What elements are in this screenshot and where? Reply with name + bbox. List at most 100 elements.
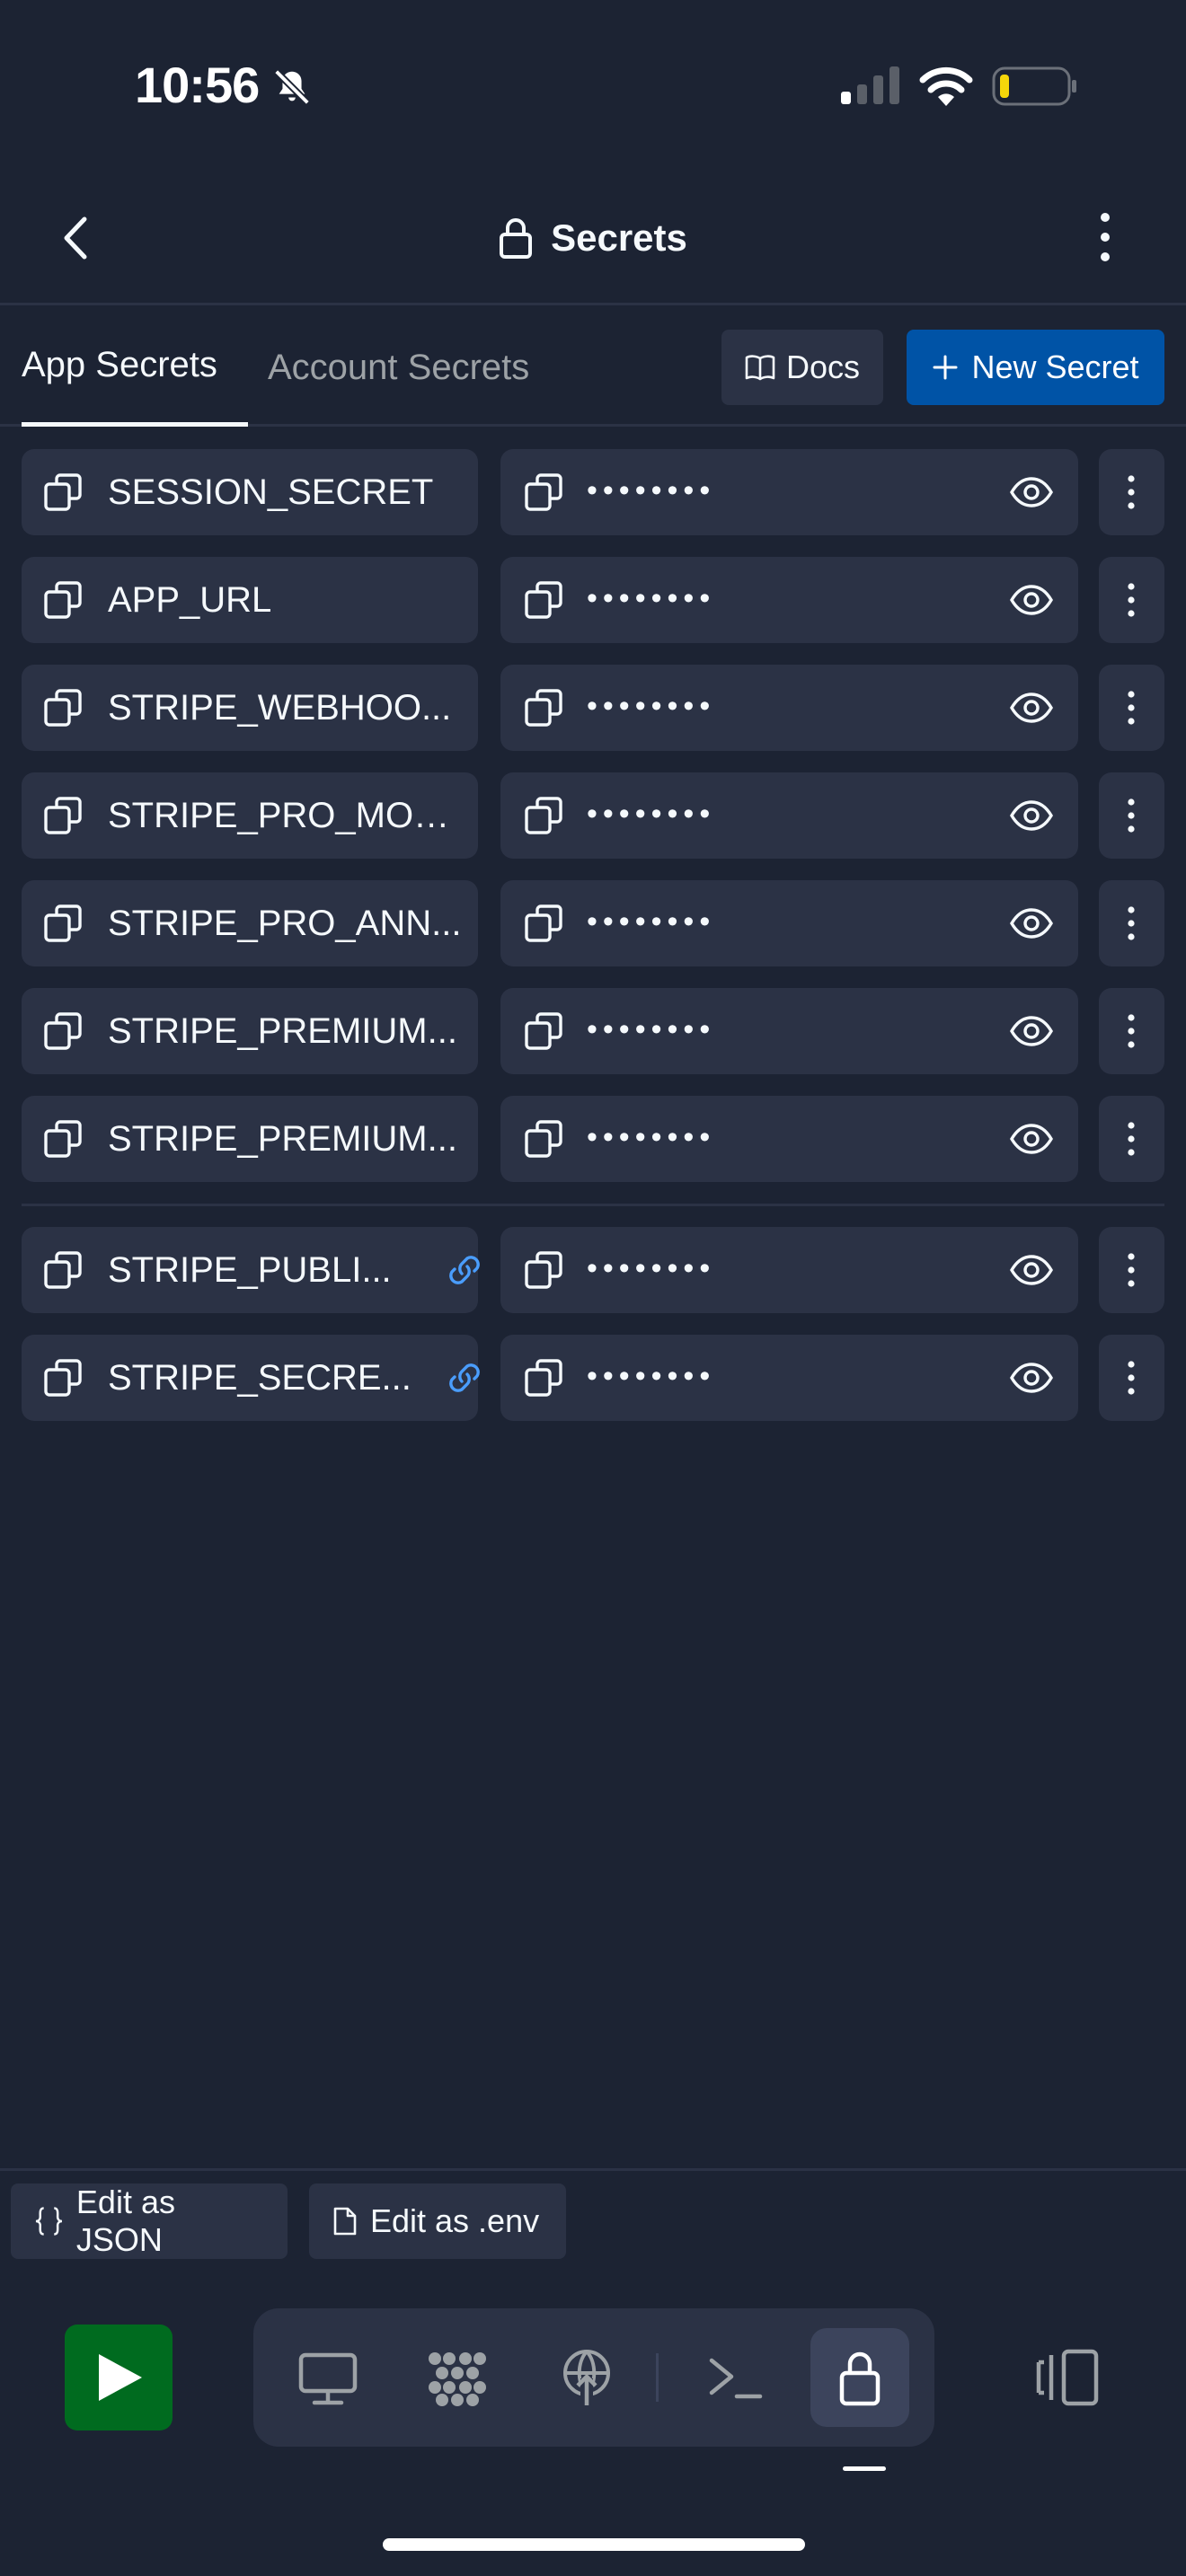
eye-icon[interactable]	[1009, 692, 1054, 724]
copy-key-icon[interactable]	[43, 1250, 83, 1290]
copy-key-icon[interactable]	[43, 688, 83, 728]
deploy-icon	[563, 2350, 610, 2405]
tab-account-secrets[interactable]: Account Secrets	[268, 308, 529, 427]
eye-icon[interactable]	[1009, 476, 1054, 508]
link-icon	[449, 1256, 480, 1284]
tool-deploy[interactable]	[537, 2328, 636, 2427]
secret-row-menu-button[interactable]	[1099, 1335, 1164, 1421]
more-vertical-icon	[1128, 691, 1135, 725]
eye-icon[interactable]	[1009, 1254, 1054, 1286]
secret-key-cell[interactable]: STRIPE_PREMIUM...	[22, 1096, 478, 1182]
bell-off-icon	[274, 69, 310, 105]
tool-packages[interactable]	[408, 2328, 507, 2427]
copy-key-icon[interactable]	[43, 904, 83, 943]
secret-row-menu-button[interactable]	[1099, 772, 1164, 859]
secret-value-cell: ••••••••	[500, 1096, 1078, 1182]
edit-as-env-button[interactable]: Edit as .env	[309, 2183, 566, 2259]
copy-key-icon[interactable]	[43, 580, 83, 620]
secret-key-name: STRIPE_WEBHOO...	[108, 688, 452, 728]
secret-row-menu-button[interactable]	[1099, 988, 1164, 1074]
copy-value-icon[interactable]	[524, 1358, 563, 1398]
secret-row: STRIPE_PREMIUM... ••••••••	[0, 1096, 1186, 1182]
secret-row-menu-button[interactable]	[1099, 665, 1164, 751]
copy-value-icon[interactable]	[524, 1119, 563, 1159]
lock-icon	[839, 2351, 881, 2406]
copy-value-icon[interactable]	[524, 796, 563, 835]
secret-key-cell[interactable]: APP_URL	[22, 557, 478, 643]
tool-shell[interactable]	[686, 2328, 785, 2427]
secret-key-name: STRIPE_PREMIUM...	[108, 1119, 457, 1159]
split-pane-icon[interactable]	[1031, 2346, 1100, 2409]
secret-row: STRIPE_PREMIUM... ••••••••	[0, 988, 1186, 1074]
secret-row: SESSION_SECRET ••••••••	[0, 449, 1186, 535]
status-time: 10:56	[135, 57, 260, 113]
tool-group	[253, 2308, 934, 2447]
secret-row: APP_URL ••••••••	[0, 557, 1186, 643]
secret-value-masked: ••••••••	[587, 904, 716, 939]
header-title-group: Secrets	[0, 207, 1186, 269]
tab-app-secrets[interactable]: App Secrets	[22, 308, 248, 427]
more-vertical-icon[interactable]	[1087, 208, 1123, 266]
copy-key-icon[interactable]	[43, 1358, 83, 1398]
list-divider	[22, 1204, 1164, 1206]
secret-key-cell[interactable]: STRIPE_PRO_ANN...	[22, 880, 478, 966]
secret-key-cell[interactable]: SESSION_SECRET	[22, 449, 478, 535]
eye-icon[interactable]	[1009, 1015, 1054, 1047]
tool-secrets[interactable]	[810, 2328, 909, 2427]
secret-row-menu-button[interactable]	[1099, 449, 1164, 535]
more-vertical-icon	[1128, 1253, 1135, 1287]
run-button[interactable]	[65, 2325, 173, 2430]
secret-row: STRIPE_SECRE... ••••••••	[0, 1335, 1186, 1421]
secret-value-masked: ••••••••	[587, 473, 716, 507]
secret-key-name: APP_URL	[108, 580, 272, 620]
copy-value-icon[interactable]	[524, 580, 563, 620]
secret-key-cell[interactable]: STRIPE_PUBLI...	[22, 1227, 480, 1313]
secret-key-cell[interactable]: STRIPE_WEBHOO...	[22, 665, 478, 751]
secret-key-name: STRIPE_PUBLI...	[108, 1250, 392, 1290]
copy-key-icon[interactable]	[43, 472, 83, 512]
secret-value-cell: ••••••••	[500, 449, 1078, 535]
secret-value-cell: ••••••••	[500, 1335, 1078, 1421]
secret-key-cell[interactable]: STRIPE_PREMIUM...	[22, 988, 478, 1074]
secret-value-cell: ••••••••	[500, 665, 1078, 751]
packages-icon	[429, 2352, 486, 2406]
copy-key-icon[interactable]	[43, 1119, 83, 1159]
tool-separator	[656, 2353, 659, 2402]
edit-as-json-button[interactable]: Edit as JSON	[11, 2183, 288, 2259]
edit-env-label: Edit as .env	[370, 2202, 540, 2239]
secret-row-menu-button[interactable]	[1099, 1096, 1164, 1182]
docs-button[interactable]: Docs	[721, 330, 883, 405]
secret-row: STRIPE_PRO_ANN... ••••••••	[0, 880, 1186, 966]
secret-value-cell: ••••••••	[500, 880, 1078, 966]
secret-key-name: STRIPE_PRO_MON...	[108, 796, 467, 835]
secret-row-menu-button[interactable]	[1099, 880, 1164, 966]
secret-row: STRIPE_WEBHOO... ••••••••	[0, 665, 1186, 751]
link-icon	[449, 1363, 480, 1392]
copy-value-icon[interactable]	[524, 1011, 563, 1051]
copy-value-icon[interactable]	[524, 688, 563, 728]
secret-value-cell: ••••••••	[500, 1227, 1078, 1313]
eye-icon[interactable]	[1009, 907, 1054, 940]
copy-value-icon[interactable]	[524, 1250, 563, 1290]
wifi-icon	[919, 66, 973, 106]
eye-icon[interactable]	[1009, 584, 1054, 616]
tabs-row: App Secrets Account Secrets Docs New Sec…	[0, 308, 1186, 427]
eye-icon[interactable]	[1009, 1362, 1054, 1394]
cellular-signal-icon	[841, 66, 899, 104]
copy-key-icon[interactable]	[43, 1011, 83, 1051]
more-vertical-icon	[1128, 583, 1135, 617]
secret-value-masked: ••••••••	[587, 797, 716, 831]
copy-value-icon[interactable]	[524, 904, 563, 943]
secret-row-menu-button[interactable]	[1099, 557, 1164, 643]
tool-desktop[interactable]	[279, 2328, 377, 2427]
secrets-screen: 10:56 Secrets App Secrets Account Secret…	[0, 0, 1186, 2576]
copy-value-icon[interactable]	[524, 472, 563, 512]
copy-key-icon[interactable]	[43, 796, 83, 835]
secret-key-cell[interactable]: STRIPE_SECRE...	[22, 1335, 480, 1421]
eye-icon[interactable]	[1009, 1123, 1054, 1155]
secret-key-cell[interactable]: STRIPE_PRO_MON...	[22, 772, 478, 859]
new-secret-button[interactable]: New Secret	[907, 330, 1164, 405]
secret-row-menu-button[interactable]	[1099, 1227, 1164, 1313]
eye-icon[interactable]	[1009, 799, 1054, 832]
header: Secrets	[0, 171, 1186, 305]
